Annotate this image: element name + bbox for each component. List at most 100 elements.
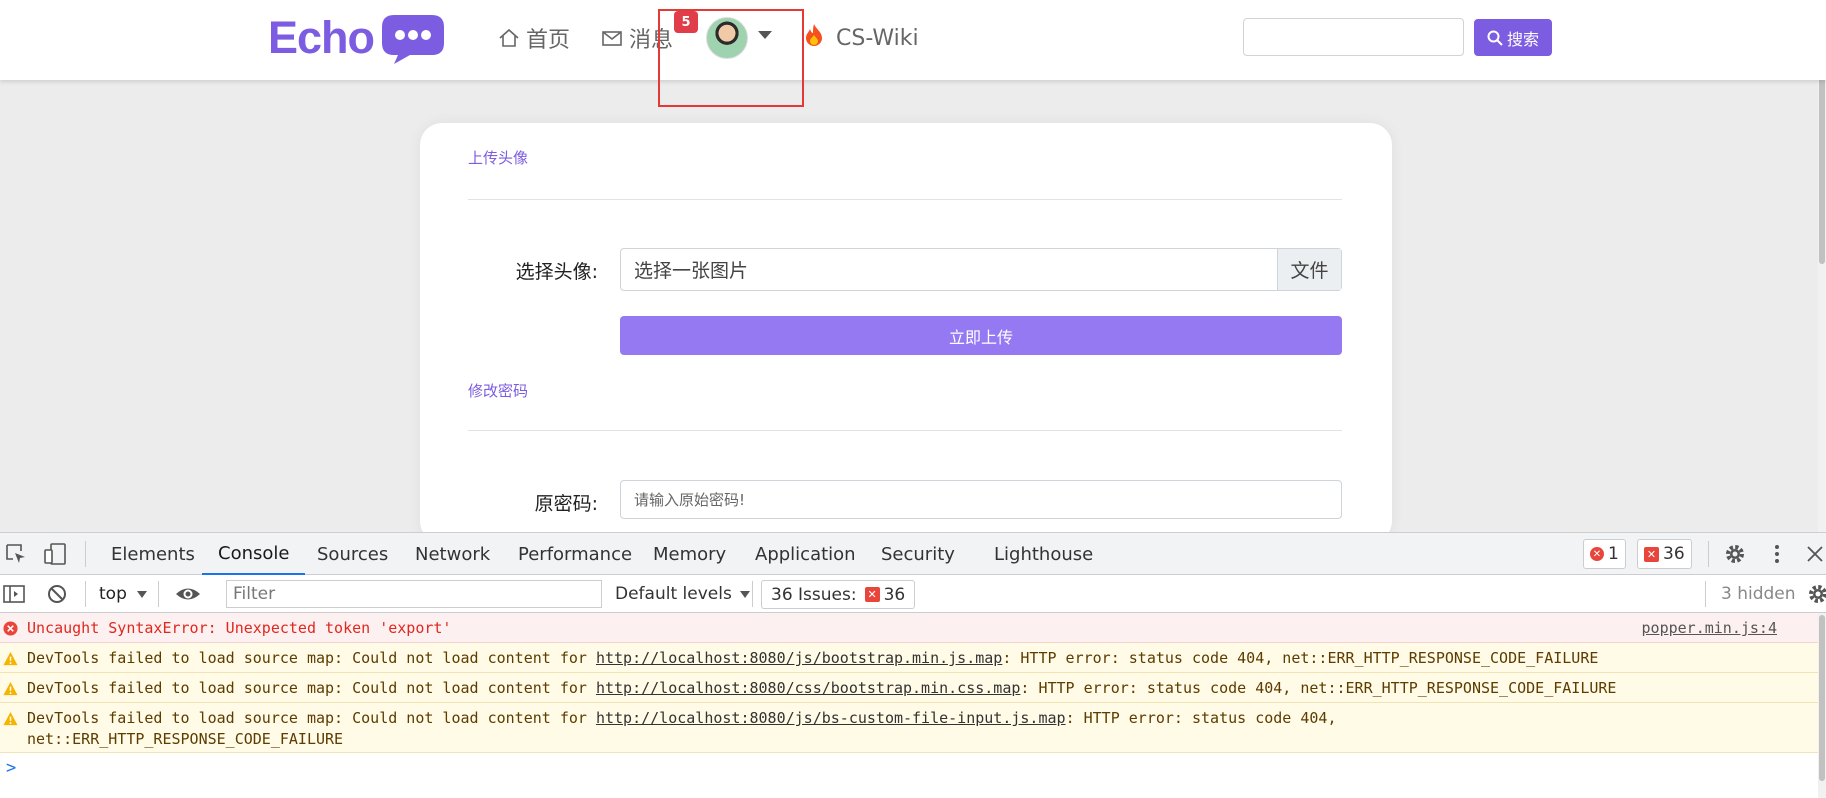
- error-icon: [3, 621, 18, 636]
- logo-text: Echo: [268, 12, 375, 63]
- warning-url-link[interactable]: http://localhost:8080/js/bs-custom-file-…: [596, 709, 1066, 727]
- warning-prefix: DevTools failed to load source map: Coul…: [27, 709, 596, 727]
- issues-button[interactable]: 36 Issues: ✕ 36: [761, 580, 916, 609]
- toolbar-separator: [85, 541, 86, 567]
- notification-badge: 5: [674, 11, 698, 33]
- log-levels-label: Default levels: [615, 584, 732, 604]
- devtools-panel: Elements Console Sources Network Perform…: [0, 532, 1826, 798]
- warning-url-link[interactable]: http://localhost:8080/js/bootstrap.min.j…: [596, 649, 1002, 667]
- issue-icon: ✕: [864, 587, 880, 602]
- toolbar-separator: [752, 581, 753, 607]
- context-selector[interactable]: top: [99, 579, 147, 609]
- upload-now-button[interactable]: 立即上传: [620, 316, 1342, 355]
- issue-counter[interactable]: ✕ 36: [1637, 539, 1692, 569]
- flame-icon: [804, 23, 830, 53]
- section-divider: [468, 199, 1342, 200]
- error-message-text: Uncaught SyntaxError: Unexpected token '…: [27, 619, 452, 637]
- close-icon[interactable]: [1803, 542, 1826, 566]
- warning-suffix: : HTTP error: status code 404,: [1065, 709, 1337, 727]
- console-message-error: Uncaught SyntaxError: Unexpected token '…: [0, 613, 1818, 643]
- tab-security[interactable]: Security: [881, 533, 955, 575]
- nav-home-label: 首页: [526, 28, 571, 53]
- search-button-label: 搜索: [1506, 31, 1539, 49]
- tab-console[interactable]: Console: [202, 533, 306, 575]
- kebab-menu-icon[interactable]: [1765, 542, 1789, 566]
- issues-badge-count: 36: [883, 584, 906, 605]
- error-counter[interactable]: ✕ 1: [1583, 539, 1626, 569]
- password-section-title: 修改密码: [468, 382, 529, 400]
- file-browse-button[interactable]: 文件: [1277, 249, 1341, 290]
- envelope-icon: [602, 31, 622, 46]
- context-value: top: [99, 584, 127, 604]
- file-input-placeholder: 选择一张图片: [634, 260, 749, 282]
- warning-first-line: DevTools failed to load source map: Coul…: [27, 708, 1818, 729]
- warning-prefix: DevTools failed to load source map: Coul…: [27, 679, 596, 697]
- settings-gear-icon[interactable]: [1723, 542, 1747, 566]
- tab-performance[interactable]: Performance: [518, 533, 632, 575]
- console-prompt[interactable]: >: [0, 753, 1818, 783]
- tab-lighthouse[interactable]: Lighthouse: [994, 533, 1093, 575]
- eye-icon[interactable]: [175, 582, 200, 606]
- tab-elements[interactable]: Elements: [111, 533, 195, 575]
- section-divider: [468, 430, 1342, 431]
- inspect-icon[interactable]: [4, 542, 28, 566]
- warning-icon: [3, 651, 18, 666]
- clear-console-icon[interactable]: [45, 582, 69, 606]
- chevron-down-icon: [136, 590, 147, 598]
- nav-home-link[interactable]: 首页: [498, 22, 570, 54]
- tab-memory[interactable]: Memory: [653, 533, 726, 575]
- console-settings-gear-icon[interactable]: [1806, 582, 1826, 606]
- console-scrollbar[interactable]: [1818, 613, 1826, 798]
- avatar-file-input[interactable]: 选择一张图片 文件: [620, 248, 1342, 291]
- echo-logo[interactable]: Echo: [268, 12, 446, 64]
- chevron-down-icon: [739, 590, 750, 598]
- warning-suffix: : HTTP error: status code 404, net::ERR_…: [1002, 649, 1599, 667]
- old-password-label: 原密码:: [534, 493, 598, 515]
- home-icon: [499, 28, 519, 47]
- avatar-section-title: 上传头像: [468, 149, 529, 167]
- chevron-down-icon[interactable]: [758, 31, 772, 39]
- old-password-field[interactable]: 请输入原始密码!: [620, 480, 1342, 519]
- toolbar-separator: [1708, 541, 1709, 567]
- user-avatar-button[interactable]: [706, 17, 750, 61]
- error-icon: ✕: [1590, 547, 1604, 561]
- warning-icon: [3, 711, 18, 726]
- error-count: 1: [1608, 544, 1619, 564]
- warning-url-link[interactable]: http://localhost:8080/css/bootstrap.min.…: [596, 679, 1020, 697]
- console-output: Uncaught SyntaxError: Unexpected token '…: [0, 613, 1818, 798]
- console-message-warning: DevTools failed to load source map: Coul…: [0, 673, 1818, 703]
- console-message-warning: DevTools failed to load source map: Coul…: [0, 643, 1818, 673]
- search-button[interactable]: 搜索: [1474, 19, 1552, 56]
- toolbar-separator: [85, 581, 86, 607]
- log-levels-dropdown[interactable]: Default levels: [615, 579, 750, 609]
- settings-card: 上传头像 选择头像: 选择一张图片 文件 立即上传 修改密码 原密码: 请输入原…: [420, 123, 1392, 543]
- prompt-symbol: >: [6, 758, 17, 778]
- warning-continuation: net::ERR_HTTP_RESPONSE_CODE_FAILURE: [27, 730, 344, 748]
- toolbar-separator: [158, 581, 159, 607]
- nav-wiki-label: CS-Wiki: [836, 25, 919, 51]
- tab-sources[interactable]: Sources: [317, 533, 388, 575]
- tab-network[interactable]: Network: [415, 533, 490, 575]
- avatar: [706, 17, 748, 59]
- warning-suffix: : HTTP error: status code 404, net::ERR_…: [1020, 679, 1617, 697]
- error-source-link[interactable]: popper.min.js:4: [1642, 618, 1777, 639]
- issues-label: 36 Issues:: [771, 584, 857, 605]
- tab-application[interactable]: Application: [755, 533, 856, 575]
- hidden-messages-count: 3 hidden: [1721, 584, 1796, 604]
- toolbar-separator: [1705, 581, 1706, 607]
- devtools-tab-bar: Elements Console Sources Network Perform…: [0, 533, 1826, 575]
- console-filter-input[interactable]: Filter: [226, 580, 602, 608]
- warning-icon: [3, 681, 18, 696]
- nav-messages-link[interactable]: 消息: [601, 22, 673, 54]
- issue-icon: ✕: [1644, 546, 1659, 562]
- warning-prefix: DevTools failed to load source map: Coul…: [27, 649, 596, 667]
- choose-avatar-label: 选择头像:: [515, 261, 598, 283]
- chat-bubble-icon: [380, 13, 446, 64]
- nav-wiki-link[interactable]: CS-Wiki: [804, 22, 919, 54]
- device-toggle-icon[interactable]: [43, 542, 67, 566]
- top-navbar: Echo 首页 消息 5 CS-Wiki 搜索: [0, 0, 1826, 107]
- console-message-warning: DevTools failed to load source map: Coul…: [0, 703, 1818, 753]
- console-scrollbar-thumb[interactable]: [1819, 615, 1825, 781]
- sidebar-toggle-icon[interactable]: [2, 582, 26, 606]
- search-input[interactable]: [1243, 18, 1464, 56]
